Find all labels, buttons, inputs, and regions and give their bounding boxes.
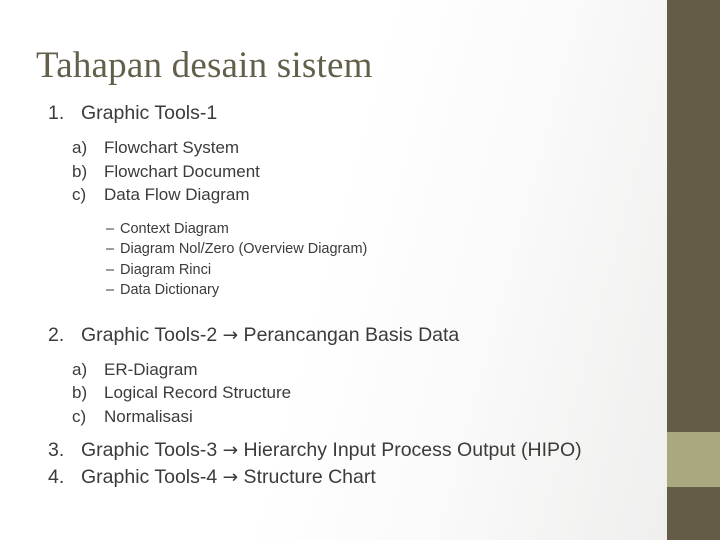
right-arrow-icon: →	[222, 440, 239, 461]
slide-canvas: Tahapan desain sistem 1. Graphic Tools-1…	[0, 0, 720, 540]
list-marker: c)	[72, 185, 87, 204]
label-part-before: Graphic Tools-3	[81, 439, 223, 461]
list-item-1a: a) Flowchart System	[72, 136, 660, 160]
right-arrow-icon: →	[222, 324, 239, 346]
list-marker: b)	[72, 383, 88, 402]
dash-marker: –	[106, 261, 115, 278]
list-item-1c-1: – Context Diagram	[106, 219, 660, 240]
list-item-label: Logical Record Structure	[104, 383, 292, 402]
page-title: Tahapan desain sistem	[36, 45, 373, 86]
list-item-2c: c) Normalisasi	[72, 405, 660, 429]
label-part-before: Graphic Tools-4	[81, 466, 223, 488]
list-item-label: Flowchart Document	[104, 161, 260, 181]
label-part-after: Structure Chart	[238, 466, 376, 488]
list-item-label: Context Diagram	[120, 220, 229, 237]
list-marker: 2.	[48, 323, 65, 346]
list-marker: c)	[72, 406, 87, 426]
list-item-label: Graphic Tools-4 → Structure Chart	[81, 464, 376, 491]
list-item-label: Normalisasi	[104, 406, 193, 426]
list-marker: 3.	[48, 439, 65, 461]
list-marker: a)	[72, 359, 88, 379]
list-marker: 4.	[48, 466, 65, 488]
dash-marker: –	[106, 241, 115, 257]
list-item-label: Data Dictionary	[120, 282, 220, 298]
list-item-2b: b) Logical Record Structure	[72, 381, 660, 405]
label-part-before: Graphic Tools-2	[81, 323, 223, 346]
label-part-after: Hierarchy Input Process Output (HIPO)	[238, 439, 582, 461]
list-item-label: Graphic Tools-2 → Perancangan Basis Data	[81, 322, 459, 349]
list-item-label: Diagram Nol/Zero (Overview Diagram)	[120, 241, 368, 257]
list-item-label: Graphic Tools-1	[81, 102, 218, 124]
dash-marker: –	[106, 220, 115, 237]
list-item-label: ER-Diagram	[104, 359, 198, 379]
content-list: 1. Graphic Tools-1 a) Flowchart System b…	[0, 100, 660, 491]
dash-marker: –	[106, 282, 115, 298]
decorative-band-middle	[667, 432, 720, 487]
list-item-1c-4: – Data Dictionary	[106, 280, 660, 301]
list-item-label: Flowchart System	[104, 138, 240, 157]
list-marker: b)	[72, 161, 88, 181]
list-marker: 1.	[48, 102, 65, 124]
label-part-after: Perancangan Basis Data	[238, 323, 460, 346]
decorative-band-top	[667, 0, 720, 432]
list-item-label: Graphic Tools-3 → Hierarchy Input Proces…	[81, 437, 582, 464]
list-item-2: 2. Graphic Tools-2 → Perancangan Basis D…	[48, 322, 660, 349]
list-item-2a: a) ER-Diagram	[72, 358, 660, 382]
list-marker: a)	[72, 138, 88, 157]
list-item-1c-3: – Diagram Rinci	[106, 260, 660, 281]
list-item-label: Diagram Rinci	[120, 261, 212, 278]
list-item-label: Data Flow Diagram	[104, 185, 250, 204]
right-arrow-icon: →	[222, 467, 239, 488]
list-item-1c-2: – Diagram Nol/Zero (Overview Diagram)	[106, 239, 660, 260]
list-item-1c: c) Data Flow Diagram	[72, 183, 660, 207]
list-item-3: 3. Graphic Tools-3 → Hierarchy Input Pro…	[48, 437, 660, 464]
list-item-4: 4. Graphic Tools-4 → Structure Chart	[48, 464, 660, 491]
decorative-band-bottom	[667, 487, 720, 540]
list-item-1b: b) Flowchart Document	[72, 160, 660, 184]
list-item-1: 1. Graphic Tools-1	[48, 100, 660, 127]
